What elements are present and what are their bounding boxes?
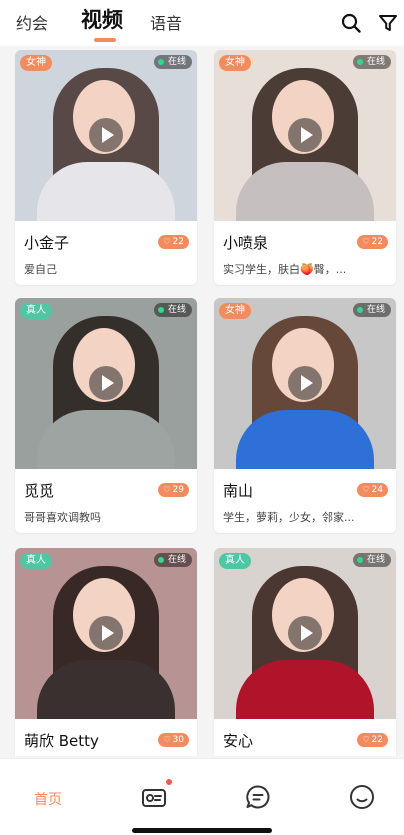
tag-badge: 真人 [20, 553, 52, 569]
likes-badge: ♡ 22 [357, 235, 388, 249]
play-icon[interactable] [288, 616, 322, 650]
video-thumbnail[interactable]: 女神 在线 [15, 50, 197, 221]
message-icon[interactable] [244, 783, 272, 811]
card-bio: 学生，萝莉，少女，邻家... [223, 511, 355, 524]
tag-badge: 女神 [219, 303, 251, 319]
heart-icon: ♡ [163, 237, 171, 246]
tab-dating[interactable]: 约会 [16, 10, 48, 34]
online-status: 在线 [153, 553, 192, 567]
video-card[interactable]: 女神 在线 南山 ♡ 24 学生，萝莉，少女，邻家... [214, 298, 396, 533]
tab-video[interactable]: 视频 [81, 4, 123, 34]
video-thumbnail[interactable]: 女神 在线 [214, 50, 396, 221]
tab-voice[interactable]: 语音 [150, 10, 182, 34]
play-icon[interactable] [89, 118, 123, 152]
likes-badge: ♡ 22 [357, 733, 388, 747]
video-thumbnail[interactable]: 真人 在线 [15, 298, 197, 469]
heart-icon: ♡ [362, 735, 370, 744]
heart-icon: ♡ [163, 735, 171, 744]
likes-badge: ♡ 29 [158, 483, 189, 497]
card-name: 南山 [223, 482, 254, 500]
video-card[interactable]: 女神 在线 小喷泉 ♡ 22 实习学生，肤白🍑臀，... [214, 50, 396, 285]
online-status: 在线 [153, 55, 192, 69]
card-name: 小金子 [24, 234, 70, 252]
video-card[interactable]: 真人 在线 安心 ♡ 22 [214, 548, 396, 756]
online-status: 在线 [352, 553, 391, 567]
card-name: 安心 [223, 732, 254, 750]
video-feed[interactable]: 女神 在线 小金子 ♡ 22 爱自己 女神 在线 小喷泉 ♡ 22 实习学生，肤白🍑… [0, 46, 404, 756]
play-icon[interactable] [89, 366, 123, 400]
filter-icon[interactable] [377, 12, 399, 34]
bottom-nav: 首页 [0, 758, 404, 835]
video-thumbnail[interactable]: 真人 在线 [15, 548, 197, 719]
likes-badge: ♡ 30 [158, 733, 189, 747]
card-bio: 哥哥喜欢调教吗 [24, 511, 101, 524]
home-indicator [132, 828, 272, 833]
heart-icon: ♡ [163, 485, 171, 494]
likes-badge: ♡ 22 [158, 235, 189, 249]
card-name: 觅觅 [24, 482, 55, 500]
notification-dot [166, 779, 172, 785]
tag-badge: 真人 [219, 553, 251, 569]
online-status: 在线 [352, 303, 391, 317]
video-card[interactable]: 女神 在线 小金子 ♡ 22 爱自己 [15, 50, 197, 285]
play-icon[interactable] [288, 118, 322, 152]
profile-card-icon[interactable] [140, 783, 168, 811]
card-bio: 实习学生，肤白🍑臀，... [223, 263, 347, 276]
play-icon[interactable] [288, 366, 322, 400]
video-thumbnail[interactable]: 女神 在线 [214, 298, 396, 469]
card-bio: 爱自己 [24, 263, 57, 276]
nav-home[interactable]: 首页 [34, 789, 62, 809]
video-card[interactable]: 真人 在线 萌欣 Betty ♡ 30 [15, 548, 197, 756]
heart-icon: ♡ [362, 237, 370, 246]
video-card[interactable]: 真人 在线 觅觅 ♡ 29 哥哥喜欢调教吗 [15, 298, 197, 533]
tag-badge: 女神 [20, 55, 52, 71]
tag-badge: 女神 [219, 55, 251, 71]
tag-badge: 真人 [20, 303, 52, 319]
heart-icon: ♡ [362, 485, 370, 494]
video-thumbnail[interactable]: 真人 在线 [214, 548, 396, 719]
card-name: 小喷泉 [223, 234, 269, 252]
online-status: 在线 [153, 303, 192, 317]
play-icon[interactable] [89, 616, 123, 650]
top-bar: 约会 视频 语音 [0, 0, 404, 46]
likes-badge: ♡ 24 [357, 483, 388, 497]
card-name: 萌欣 Betty [24, 732, 99, 750]
search-icon[interactable] [340, 12, 362, 34]
smile-icon[interactable] [348, 783, 376, 811]
active-tab-indicator [94, 38, 116, 42]
online-status: 在线 [352, 55, 391, 69]
